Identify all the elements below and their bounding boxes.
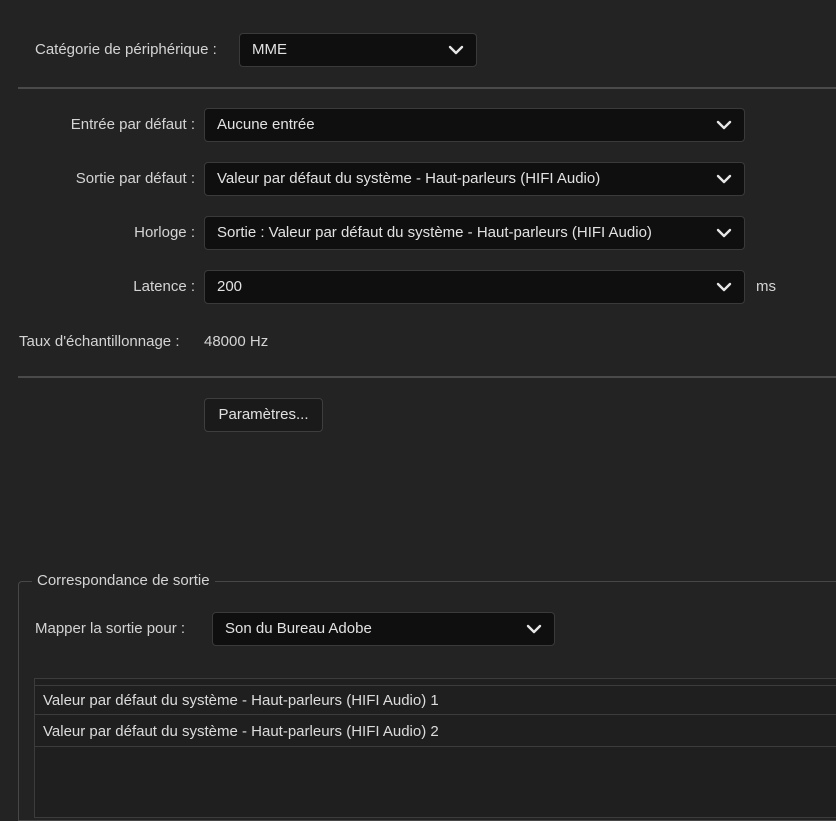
chevron-down-icon <box>526 624 542 634</box>
device-category-select[interactable]: MME <box>239 33 477 67</box>
clock-label: Horloge : <box>134 224 195 241</box>
clock-select[interactable]: Sortie : Valeur par défaut du système - … <box>204 216 745 250</box>
sample-rate-value: 48000 Hz <box>204 333 269 350</box>
settings-button[interactable]: Paramètres... <box>204 398 323 432</box>
channel-list: Valeur par défaut du système - Haut-parl… <box>34 678 836 818</box>
output-mapping-title: Correspondance de sortie <box>32 570 215 592</box>
device-category-label: Catégorie de périphérique : <box>35 41 217 58</box>
default-output-value: Valeur par défaut du système - Haut-parl… <box>217 170 601 187</box>
latency-select[interactable]: 200 <box>204 270 745 304</box>
sample-rate-label: Taux d'échantillonnage : <box>19 333 180 350</box>
chevron-down-icon <box>716 282 732 292</box>
clock-value: Sortie : Valeur par défaut du système - … <box>217 224 652 241</box>
map-output-select[interactable]: Son du Bureau Adobe <box>212 612 555 646</box>
chevron-down-icon <box>448 45 464 55</box>
map-output-value: Son du Bureau Adobe <box>225 620 372 637</box>
default-output-label: Sortie par défaut : <box>75 170 195 187</box>
list-item[interactable]: Valeur par défaut du système - Haut-parl… <box>35 717 836 747</box>
list-item[interactable]: Valeur par défaut du système - Haut-parl… <box>35 685 836 715</box>
latency-value: 200 <box>217 278 243 295</box>
default-output-select[interactable]: Valeur par défaut du système - Haut-parl… <box>204 162 745 196</box>
default-input-value: Aucune entrée <box>217 116 315 133</box>
default-input-label: Entrée par défaut : <box>70 116 195 133</box>
map-output-label: Mapper la sortie pour : <box>35 620 186 637</box>
default-input-select[interactable]: Aucune entrée <box>204 108 745 142</box>
latency-unit: ms <box>756 278 776 295</box>
chevron-down-icon <box>716 174 732 184</box>
divider-top <box>18 87 836 89</box>
device-category-value: MME <box>252 41 287 58</box>
chevron-down-icon <box>716 228 732 238</box>
chevron-down-icon <box>716 120 732 130</box>
latency-label: Latence : <box>133 278 195 295</box>
divider-middle <box>18 376 836 378</box>
